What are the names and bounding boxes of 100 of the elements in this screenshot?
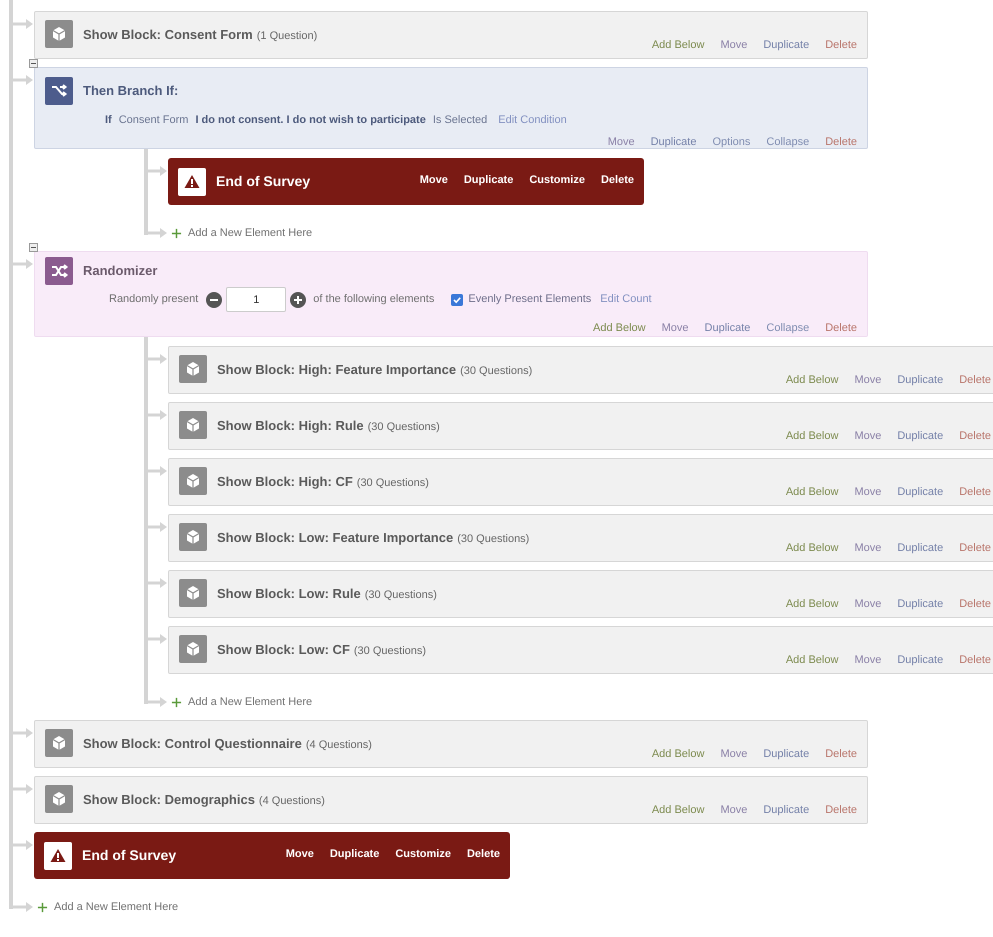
cube-icon (179, 635, 207, 663)
move-link[interactable]: Move (854, 596, 882, 612)
delete-link[interactable]: Delete (959, 596, 991, 612)
shuffle-icon (45, 257, 73, 285)
duplicate-link[interactable]: Duplicate (897, 540, 944, 556)
cube-icon (45, 20, 73, 48)
block-title: Show Block: Low: CF (217, 641, 350, 659)
plus-icon[interactable] (171, 228, 182, 238)
delete-link[interactable]: Delete (825, 320, 857, 336)
add-below-link[interactable]: Add Below (786, 596, 838, 612)
delete-link[interactable]: Delete (959, 372, 991, 388)
block-title: Show Block: Low: Rule (217, 585, 361, 603)
move-link[interactable]: Move (662, 320, 689, 336)
plus-icon[interactable] (37, 902, 48, 912)
end-title: End of Survey (216, 172, 310, 191)
cube-icon (179, 467, 207, 495)
condition-choice: I do not consent. I do not wish to participate (195, 113, 426, 128)
checkbox-label: Evenly Present Elements (468, 292, 592, 308)
delete-link[interactable]: Delete (959, 428, 991, 444)
add-below-link[interactable]: Add Below (786, 372, 838, 388)
delete-link[interactable]: Delete (825, 134, 857, 150)
move-link[interactable]: Move (608, 134, 635, 150)
move-link[interactable]: Move (420, 172, 448, 188)
duplicate-link[interactable]: Duplicate (897, 372, 944, 388)
cube-icon (179, 579, 207, 607)
branch-icon (45, 77, 73, 105)
move-link[interactable]: Move (720, 802, 748, 818)
checkbox[interactable] (451, 294, 464, 306)
duplicate-link[interactable]: Duplicate (897, 652, 944, 668)
add-element-link[interactable]: Add a New Element Here (188, 224, 312, 242)
move-link[interactable]: Move (854, 484, 882, 500)
collapse-icon[interactable] (29, 59, 38, 68)
move-link[interactable]: Move (854, 540, 882, 556)
question-count: (4 Questions) (258, 794, 325, 809)
customize-link[interactable]: Customize (395, 846, 451, 862)
question-count: (30 Questions) (457, 532, 530, 547)
delete-link[interactable]: Delete (600, 172, 634, 188)
plus-icon[interactable] (171, 696, 182, 708)
add-below-link[interactable]: Add Below (652, 802, 704, 818)
add-element-link[interactable]: Add a New Element Here (188, 694, 312, 710)
move-link[interactable]: Move (854, 652, 882, 668)
add-element-link[interactable]: Add a New Element Here (54, 898, 178, 916)
duplicate-link[interactable]: Duplicate (650, 134, 696, 150)
edit-count-link[interactable]: Edit Count (600, 291, 652, 308)
duplicate-link[interactable]: Duplicate (897, 596, 944, 612)
minus-button[interactable] (206, 292, 222, 308)
delete-link[interactable]: Delete (825, 802, 857, 818)
question-count: (4 Questions) (306, 738, 372, 753)
plus-button[interactable] (290, 292, 306, 308)
question-count: (30 Questions) (364, 588, 437, 603)
add-below-link[interactable]: Add Below (593, 320, 646, 336)
branch-title: Then Branch If: (83, 82, 178, 100)
cube-icon (179, 411, 207, 439)
edit-condition-link[interactable]: Edit Condition (498, 112, 567, 128)
add-below-link[interactable]: Add Below (786, 484, 838, 500)
add-below-link[interactable]: Add Below (652, 746, 704, 762)
block-title: Show Block: Control Questionnaire (83, 735, 302, 753)
duplicate-link[interactable]: Duplicate (763, 746, 810, 762)
following-label: of the following elements (313, 292, 434, 308)
collapse-link[interactable]: Collapse (766, 320, 810, 336)
block-title: Show Block: Demographics (83, 791, 255, 809)
delete-link[interactable]: Delete (959, 484, 991, 500)
delete-link[interactable]: Delete (959, 540, 991, 556)
move-link[interactable]: Move (286, 846, 314, 862)
warning-icon (178, 168, 206, 196)
delete-link[interactable]: Delete (959, 652, 991, 668)
randomizer-title: Randomizer (83, 262, 158, 280)
cube-icon (45, 785, 73, 813)
duplicate-link[interactable]: Duplicate (464, 172, 514, 188)
cube-icon (45, 729, 73, 757)
question-count: (30 Questions) (356, 476, 429, 491)
move-link[interactable]: Move (720, 36, 748, 53)
collapse-icon[interactable] (29, 243, 38, 252)
move-link[interactable]: Move (854, 372, 882, 388)
question-count: (1 Question) (256, 29, 318, 44)
delete-link[interactable]: Delete (825, 746, 857, 762)
duplicate-link[interactable]: Duplicate (897, 428, 944, 444)
move-link[interactable]: Move (854, 428, 882, 444)
options-link[interactable]: Options (712, 134, 750, 150)
duplicate-link[interactable]: Duplicate (704, 320, 750, 336)
warning-icon (44, 842, 72, 870)
move-link[interactable]: Move (720, 746, 748, 762)
collapse-link[interactable]: Collapse (766, 134, 810, 150)
delete-link[interactable]: Delete (825, 36, 857, 53)
duplicate-link[interactable]: Duplicate (897, 484, 944, 500)
count-field[interactable]: 1 (226, 287, 286, 312)
duplicate-link[interactable]: Duplicate (330, 846, 380, 862)
block-title: Show Block: High: Rule (217, 417, 364, 435)
delete-link[interactable]: Delete (466, 846, 500, 862)
add-below-link[interactable]: Add Below (786, 652, 838, 668)
add-below-link[interactable]: Add Below (786, 540, 838, 556)
add-below-link[interactable]: Add Below (652, 36, 704, 53)
block-title: Show Block: Consent Form (83, 26, 253, 44)
add-below-link[interactable]: Add Below (786, 428, 838, 444)
duplicate-link[interactable]: Duplicate (763, 36, 810, 53)
customize-link[interactable]: Customize (529, 172, 585, 188)
block-title: Show Block: High: CF (217, 473, 353, 491)
block-title: Show Block: High: Feature Importance (217, 361, 456, 379)
duplicate-link[interactable]: Duplicate (763, 802, 810, 818)
condition-keyword: If (105, 113, 112, 128)
